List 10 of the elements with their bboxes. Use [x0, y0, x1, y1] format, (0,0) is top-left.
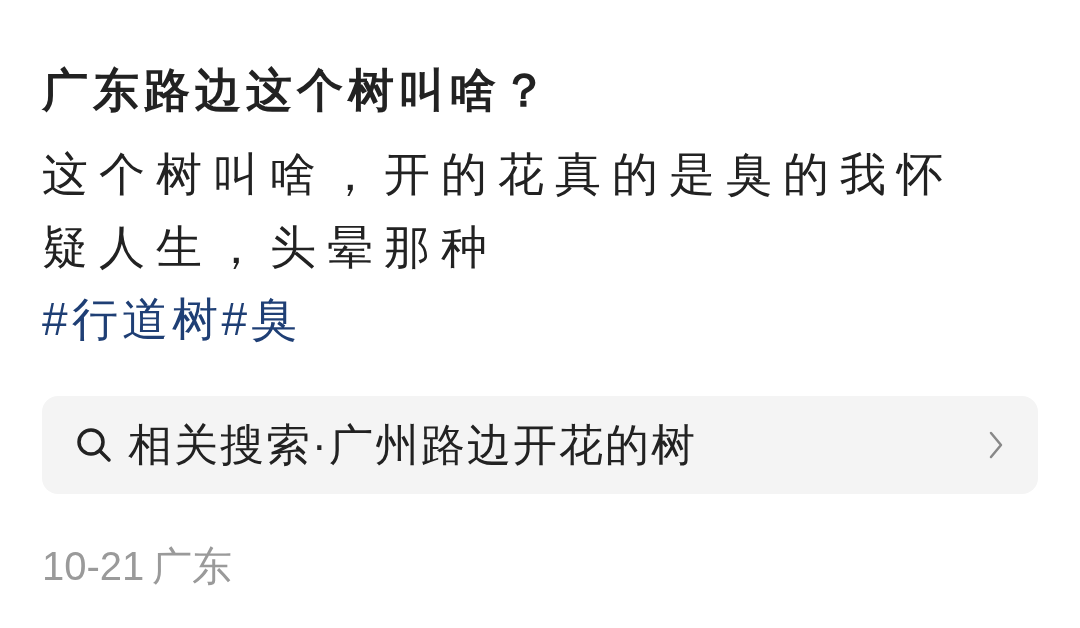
post-date: 10-21 [42, 543, 145, 590]
hashtag-link[interactable]: #臭 [221, 284, 302, 354]
post-location: 广东 [152, 543, 233, 590]
search-icon [76, 427, 112, 463]
post-title: 广东路边这个树叫啥？ [42, 63, 553, 118]
post-body: 这个树叫啥，开的花真的是臭的我怀疑人生，头晕那种 [42, 147, 955, 275]
related-search-bar[interactable]: 相关搜索·广州路边开花的树 [42, 396, 1038, 494]
chevron-right-icon [988, 430, 1004, 460]
hashtag-link[interactable]: #行道树 [42, 284, 222, 354]
related-search-text: 相关搜索·广州路边开花的树 [128, 419, 697, 471]
